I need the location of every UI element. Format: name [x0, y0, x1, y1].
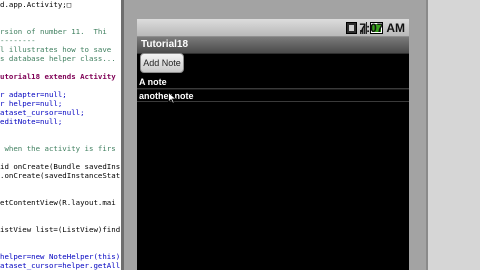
code-line: utorial18 extends Activity — [0, 72, 116, 81]
code-line: ataset_cursor=null; — [0, 108, 85, 117]
list-item[interactable]: A note — [137, 76, 409, 89]
code-line: d.app.Activity;□ — [0, 0, 72, 9]
emulator-screen[interactable]: 7:07 AM Tutorial18 Add Note A note anoth… — [137, 19, 409, 270]
notes-list[interactable]: A note another note — [137, 76, 409, 102]
code-line: editNote=null; — [0, 117, 63, 126]
code-editor[interactable]: d.app.Activity;□ rsion of number 11. Thi -… — [0, 0, 131, 270]
app-title: Tutorial18 — [141, 39, 189, 50]
code-line: rsion of number 11. Thi — [0, 27, 107, 36]
mouse-cursor-icon — [168, 92, 177, 104]
status-bar: 7:07 AM — [137, 19, 409, 37]
status-clock: 7:07 AM — [359, 21, 405, 35]
code-line: l illustrates how to save — [0, 45, 112, 54]
code-line: r adapter=null; — [0, 90, 67, 99]
app-titlebar: Tutorial18 — [137, 37, 409, 54]
add-note-button[interactable]: Add Note — [140, 53, 184, 73]
code-line: .onCreate(savedInstanceStat — [0, 171, 121, 180]
code-line: ataset_cursor=helper.getAll — [0, 261, 121, 270]
code-line: helper=new NoteHelper(this); — [0, 252, 125, 261]
list-item[interactable]: another note — [137, 89, 409, 102]
code-lines: d.app.Activity;□ rsion of number 11. Thi -… — [0, 0, 131, 270]
panel-divider — [426, 0, 428, 270]
code-line: r helper=null; — [0, 99, 63, 108]
code-line: when the activity is firs — [0, 144, 116, 153]
code-line: s database helper class... — [0, 54, 116, 63]
code-line: etContentView(R.layout.mai — [0, 198, 116, 207]
code-line: istView list=(ListView)find — [0, 225, 121, 234]
code-line: id onCreate(Bundle savedIns — [0, 162, 121, 171]
background-panel — [426, 0, 480, 270]
emulator-frame-edge — [121, 0, 124, 270]
code-line: -------- — [0, 36, 36, 45]
